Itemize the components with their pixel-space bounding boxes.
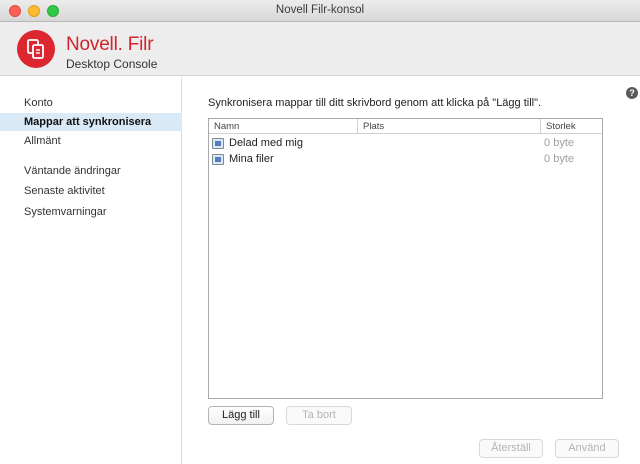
shared-folder-icon [212, 138, 224, 149]
brand-subtitle: Desktop Console [66, 57, 158, 71]
sidebar-item-system-alerts[interactable]: Systemvarningar [0, 203, 182, 221]
sidebar-item-folders-to-sync[interactable]: Mappar att synkronisera [0, 113, 182, 131]
row-name: Delad med mig [229, 137, 303, 149]
title-bar: Novell Filr-konsol [0, 0, 640, 22]
sidebar: Konto Mappar att synkronisera Allmänt Vä… [0, 77, 182, 464]
sidebar-item-recent-activity[interactable]: Senaste aktivitet [0, 182, 182, 200]
reset-button[interactable]: Återställ [479, 439, 543, 458]
row-name: Mina filer [229, 153, 274, 165]
row-size: 0 byte [544, 153, 574, 165]
window-title: Novell Filr-konsol [275, 4, 365, 16]
remove-button[interactable]: Ta bort [286, 406, 352, 425]
column-header-name[interactable]: Namn [209, 119, 357, 134]
add-button[interactable]: Lägg till [208, 406, 274, 425]
instruction-text: Synkronisera mappar till ditt skrivbord … [208, 97, 542, 109]
table-header: Namn Plats Storlek [209, 119, 602, 134]
sidebar-item-general[interactable]: Allmänt [0, 132, 182, 150]
sync-folders-table: Namn Plats Storlek Delad med mig 0 byte … [208, 118, 603, 399]
my-files-folder-icon [212, 154, 224, 165]
help-icon[interactable]: ? [626, 87, 638, 99]
brand-header: Novell. Filr Desktop Console [0, 22, 640, 76]
column-header-size[interactable]: Storlek [540, 119, 602, 134]
table-row[interactable]: Mina filer 0 byte [209, 152, 602, 168]
column-header-location[interactable]: Plats [357, 119, 540, 134]
filr-logo-icon [17, 30, 55, 68]
brand-name: Novell. Filr [66, 34, 154, 55]
sidebar-item-konto[interactable]: Konto [0, 94, 182, 112]
table-row[interactable]: Delad med mig 0 byte [209, 136, 602, 152]
sidebar-item-pending-changes[interactable]: Väntande ändringar [0, 162, 182, 180]
apply-button[interactable]: Använd [555, 439, 619, 458]
row-size: 0 byte [544, 137, 574, 149]
